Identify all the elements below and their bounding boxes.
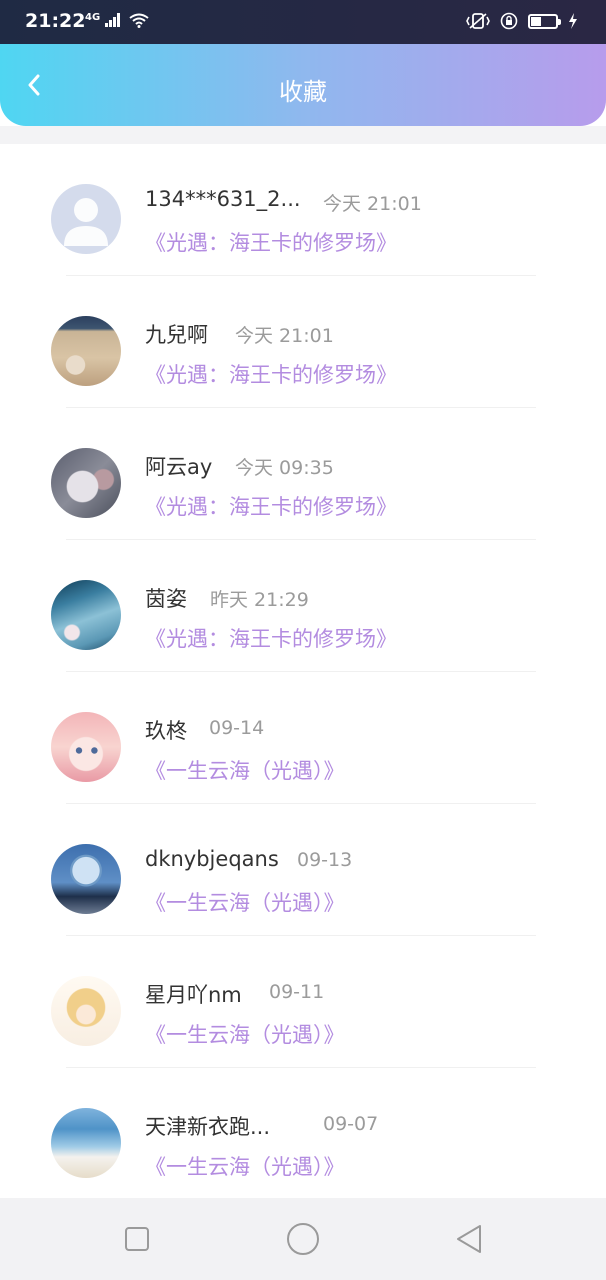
story-title[interactable]: 《一生云海（光遇）》 xyxy=(145,755,345,785)
list-item[interactable]: 玖柊 09-14 《一生云海（光遇）》 xyxy=(0,672,606,804)
status-time: 21:22 xyxy=(25,10,86,32)
timestamp: 昨天 21:29 xyxy=(210,589,309,611)
avatar[interactable] xyxy=(51,184,121,254)
user-name: 玖柊 xyxy=(145,719,187,743)
rotation-lock-icon xyxy=(500,12,518,30)
wifi-icon xyxy=(129,13,149,28)
user-name: 茵姿 xyxy=(145,587,187,611)
user-name: dknybjeqans xyxy=(145,847,279,871)
system-back-button[interactable] xyxy=(454,1223,484,1259)
list-item[interactable]: 阿云ay 今天 09:35 《光遇：海王卡的修罗场》 xyxy=(0,408,606,540)
list-item[interactable]: 天津新衣跑... 09-07 《一生云海（光遇）》 xyxy=(0,1068,606,1200)
avatar[interactable] xyxy=(51,712,121,782)
list-item[interactable]: dknybjeqans 09-13 《一生云海（光遇）》 xyxy=(0,804,606,936)
home-button[interactable] xyxy=(286,1222,320,1260)
timestamp: 09-07 xyxy=(323,1113,379,1135)
avatar[interactable] xyxy=(51,976,121,1046)
battery-icon xyxy=(528,13,561,29)
recent-apps-button[interactable] xyxy=(124,1226,150,1256)
triangle-back-icon xyxy=(457,1225,481,1253)
timestamp: 今天 09:35 xyxy=(235,457,334,479)
system-nav-bar xyxy=(0,1198,606,1280)
status-bar: 21:22 4G xyxy=(0,0,606,44)
avatar[interactable] xyxy=(51,448,121,518)
signal-icon xyxy=(105,13,121,27)
story-title[interactable]: 《一生云海（光遇）》 xyxy=(145,887,345,917)
story-title[interactable]: 《光遇：海王卡的修罗场》 xyxy=(145,227,397,257)
user-name: 134***631_2... xyxy=(145,187,301,211)
list-item[interactable]: 134***631_2... 今天 21:01 《光遇：海王卡的修罗场》 xyxy=(0,144,606,276)
user-name: 天津新衣跑... xyxy=(145,1115,271,1139)
network-type: 4G xyxy=(85,12,101,23)
story-title[interactable]: 《一生云海（光遇）》 xyxy=(145,1019,345,1049)
timestamp: 今天 21:01 xyxy=(323,193,422,215)
network-indicator: 4G xyxy=(85,12,149,28)
charging-icon xyxy=(569,13,577,29)
timestamp: 今天 21:01 xyxy=(235,325,334,347)
avatar[interactable] xyxy=(51,844,121,914)
vibrate-icon xyxy=(466,13,490,29)
header-spacer xyxy=(0,126,606,144)
story-title[interactable]: 《光遇：海王卡的修罗场》 xyxy=(145,491,397,521)
timestamp: 09-14 xyxy=(209,717,265,739)
user-name: 阿云ay xyxy=(145,455,213,479)
avatar[interactable] xyxy=(51,316,121,386)
favorites-list: 134***631_2... 今天 21:01 《光遇：海王卡的修罗场》 九兒啊… xyxy=(0,144,606,1200)
story-title[interactable]: 《光遇：海王卡的修罗场》 xyxy=(145,623,397,653)
list-item[interactable]: 茵姿 昨天 21:29 《光遇：海王卡的修罗场》 xyxy=(0,540,606,672)
page-title: 收藏 xyxy=(279,78,327,106)
header: 收藏 xyxy=(0,44,606,126)
timestamp: 09-11 xyxy=(269,981,325,1003)
circle-icon xyxy=(287,1223,319,1255)
story-title[interactable]: 《一生云海（光遇）》 xyxy=(145,1151,345,1181)
user-name: 星月吖nm xyxy=(145,983,242,1007)
story-title[interactable]: 《光遇：海王卡的修罗场》 xyxy=(145,359,397,389)
status-right-icons xyxy=(466,12,578,30)
list-item[interactable]: 九兒啊 今天 21:01 《光遇：海王卡的修罗场》 xyxy=(0,276,606,408)
avatar[interactable] xyxy=(51,580,121,650)
user-name: 九兒啊 xyxy=(145,323,208,347)
timestamp: 09-13 xyxy=(297,849,353,871)
square-icon xyxy=(125,1227,149,1251)
default-avatar-icon xyxy=(64,198,108,246)
avatar[interactable] xyxy=(51,1108,121,1178)
list-item[interactable]: 星月吖nm 09-11 《一生云海（光遇）》 xyxy=(0,936,606,1068)
